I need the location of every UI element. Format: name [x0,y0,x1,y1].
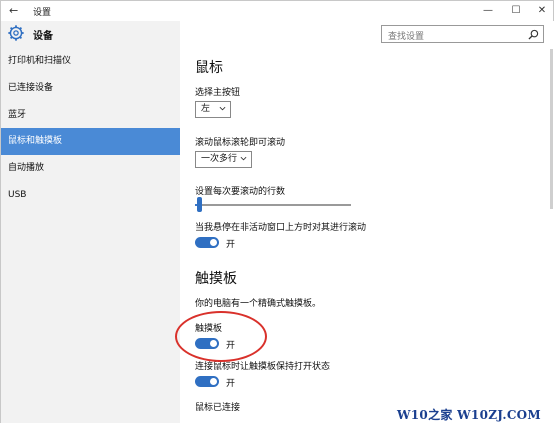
sidebar-title: 设备 [33,31,53,42]
gear-icon [8,25,24,41]
chevron-down-icon [219,106,226,111]
touchpad-heading: 触摸板 [195,271,237,287]
keep-on-state: 开 [226,379,236,389]
settings-window: ← 设置 — ☐ ✕ 设备 打印机和扫描仪 已连接设备 蓝牙 鼠标和触摸板 自动… [0,0,554,423]
sidebar-item-connected-devices[interactable]: 已连接设备 [1,75,180,102]
inactive-scroll-label: 当我悬停在非活动窗口上方时对其进行滚动 [195,223,367,233]
sidebar-item-printers[interactable]: 打印机和扫描仪 [1,48,180,75]
sidebar-item-autoplay[interactable]: 自动播放 [1,155,180,182]
primary-button-label: 选择主按钮 [195,88,241,98]
scroll-value: 一次多行 [201,154,238,164]
sidebar-item-usb[interactable]: USB [1,182,180,209]
primary-button-dropdown[interactable]: 左 [195,101,231,118]
search-icon[interactable] [528,29,539,40]
inactive-scroll-toggle[interactable] [195,237,219,248]
lines-slider-thumb[interactable] [197,197,203,212]
toggle-knob [210,378,217,385]
scrollbar[interactable] [547,21,554,423]
toggle-knob [210,239,217,246]
sidebar-item-bluetooth[interactable]: 蓝牙 [1,102,180,129]
mouse-connected-label: 鼠标已连接 [195,403,241,413]
minimize-button[interactable]: — [473,1,503,21]
search-input[interactable]: 查找设置 [381,25,544,43]
lines-label: 设置每次要滚动的行数 [195,187,286,197]
scrollbar-thumb[interactable] [550,49,553,209]
chevron-down-icon [240,156,247,161]
mouse-heading: 鼠标 [195,60,223,76]
close-button[interactable]: ✕ [527,1,554,21]
scroll-dropdown[interactable]: 一次多行 [195,151,252,168]
sidebar: 设备 打印机和扫描仪 已连接设备 蓝牙 鼠标和触摸板 自动播放 USB [1,21,180,423]
back-arrow-icon[interactable]: ← [9,3,25,19]
primary-button-value: 左 [201,104,211,114]
watermark: W10之家 W10ZJ.COM [397,408,541,422]
keep-on-toggle[interactable] [195,376,219,387]
lines-slider-track[interactable] [195,204,351,206]
inactive-scroll-state: 开 [226,240,236,250]
sidebar-header: 设备 [1,21,180,47]
touchpad-description: 你的电脑有一个精确式触摸板。 [195,299,322,309]
sidebar-item-mouse-touchpad[interactable]: 鼠标和触摸板 [1,128,180,155]
search-placeholder: 查找设置 [388,32,425,42]
annotation-ellipse [175,311,267,362]
title-bar: ← 设置 — ☐ ✕ [1,1,553,21]
window-title: 设置 [33,8,52,18]
scroll-label: 滚动鼠标滚轮即可滚动 [195,138,286,148]
